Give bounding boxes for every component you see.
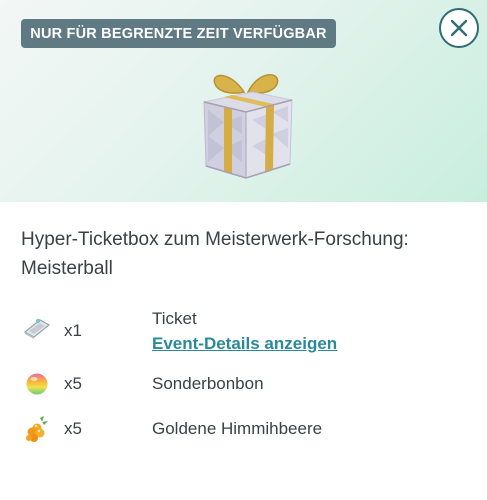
reward-quantity: x5: [64, 374, 82, 393]
reward-quantity: x1: [64, 321, 82, 340]
hero-banner: NUR FÜR BEGRENZTE ZEIT VERFÜGBAR: [0, 0, 487, 202]
reward-name: Goldene Himmihbeere: [152, 419, 323, 438]
reward-name: Sonderbonbon: [152, 374, 264, 393]
reward-row-rare-candy: x5 Sonderbonbon: [0, 368, 487, 400]
reward-name: Ticket: [152, 309, 197, 328]
rare-candy-icon: [26, 373, 48, 395]
limited-time-badge: NUR FÜR BEGRENZTE ZEIT VERFÜGBAR: [21, 19, 336, 48]
item-title: Hyper-Ticketbox zum Meisterwerk-Forschun…: [21, 229, 409, 279]
ticket-icon: [23, 318, 51, 339]
reward-quantity: x5: [64, 419, 82, 438]
close-icon: [450, 19, 468, 37]
reward-row-golden-berry: x5 Goldene Himmihbeere: [0, 413, 487, 445]
reward-row-ticket: x1 Ticket Event-Details anzeigen: [0, 305, 487, 357]
golden-razz-berry-icon: [26, 416, 48, 442]
gift-box-icon: [203, 74, 293, 179]
close-button[interactable]: [439, 8, 479, 48]
event-details-link[interactable]: Event-Details anzeigen: [152, 334, 337, 354]
